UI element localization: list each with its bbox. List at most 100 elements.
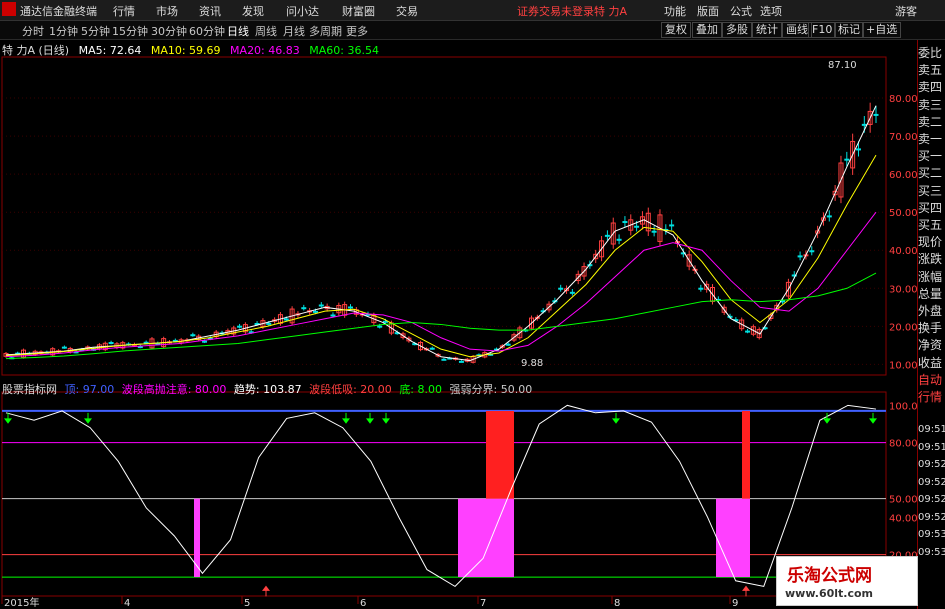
legend-divide: 强弱分界: 50.00 [449,383,533,396]
candle-body [616,238,622,241]
date-tick-label: 6 [360,598,366,609]
tick-time: 09:52 [918,494,945,505]
order-book-label: 买五 [918,218,943,232]
date-tick-label: 7 [480,598,486,609]
price-tick-label: 20.00 [889,322,918,333]
ma-lines [5,105,877,362]
price-tick-label: 80.00 [889,94,918,105]
down-arrow-icon [612,412,620,424]
candle-body [377,325,383,328]
down-arrow-icon [366,412,374,424]
legend-trend: 趋势: 103.87 [233,383,302,396]
order-book-label: 卖三 [918,97,943,112]
candle-body [108,342,114,345]
indicator-axis: 100.080.0050.0040.0020.00 [889,401,918,561]
indicator-tick-label: 100.0 [889,401,918,412]
order-book-label: 行情 [918,390,943,404]
indicator-pane-border [1,391,887,597]
candle-body [604,234,610,237]
candle-body [458,360,464,363]
candle-body [855,148,861,151]
order-book-label: 买四 [918,200,943,215]
tick-time: 09:52 [918,476,945,488]
order-book-label: 现价 [918,235,943,250]
watermark-url: www.60lt.com [785,587,874,600]
candle-body [505,343,511,346]
up-arrow-icon [262,585,270,597]
date-tick-label: 4 [124,598,130,609]
tick-time: 09:51 [918,441,945,453]
candle-body [312,310,318,313]
order-book-label: 卖一 [918,132,943,146]
order-book-label: 收益 [918,355,943,370]
order-book-label: 委比 [918,46,943,60]
low-annotation: 9.88 [521,358,543,369]
order-book-label: 总量 [918,286,943,301]
candle-body [137,346,143,349]
candle-body [651,230,657,233]
indicator-legend: 股票指标网 顶: 97.00 波段高抛注意: 80.00 趋势: 103.87 … [2,381,536,397]
candle-body [283,318,289,321]
indicator-bars [194,410,750,578]
down-arrow-icon [869,412,877,424]
price-tick-label: 40.00 [889,246,918,257]
price-axis: 80.00 70.00 60.00 50.00 40.00 30.00 20.00 10.00 [889,94,918,371]
price-tick-label: 50.00 [889,208,918,219]
candle-body [569,291,575,294]
watermark-logo: 乐淘公式网 www.60lt.com [776,556,918,606]
candle-body [441,358,447,361]
price-tick-label: 60.00 [889,170,918,181]
order-book-label: 买三 [918,183,943,198]
legend-buy: 波段低吸: 20.00 [309,383,392,396]
date-tick-label: 9 [732,598,738,609]
order-book-label: 卖四 [918,80,943,95]
candle-body [318,304,324,307]
date-tick-label: 5 [244,598,250,609]
high-annotation: 87.10 [828,60,857,71]
chart-canvas: 80.00 70.00 60.00 50.00 40.00 30.00 20.00 10.00… [1,56,918,609]
order-book-label: 外盘 [918,304,943,318]
candle-body [301,307,307,310]
indicator-tick-label: 80.00 [889,439,918,450]
date-tick-label: 8 [614,598,620,609]
candle-body [143,341,149,344]
order-book-label: 卖五 [918,63,943,78]
candle-body [745,330,751,333]
legend-sell-warn: 波段高抛注意: 80.00 [121,383,227,396]
candle-body [383,320,389,323]
price-tick-label: 10.00 [889,360,918,371]
tick-time: 09:52 [918,511,945,523]
indicator-name[interactable]: 股票指标网 [2,383,57,396]
order-book-label: 换手 [918,321,943,336]
candle-body [634,225,640,228]
candle-body [622,221,628,224]
down-arrow-icon [342,412,350,424]
candle-body [237,325,243,328]
legend-top: 顶: 97.00 [64,383,115,396]
candle-body [330,314,336,317]
down-arrow-icon [4,412,12,424]
candle-body [429,347,435,350]
legend-bottom: 底: 8.00 [399,383,443,396]
signal-bar [458,498,514,578]
candle-body [347,306,353,309]
signal-bar [486,410,514,499]
signal-bar [716,498,750,578]
candle-body [190,334,196,337]
candle-body [61,346,67,349]
ma5-line [5,105,877,362]
down-arrow-icon [382,412,390,424]
candle-body [826,215,832,218]
order-book-label: 涨幅 [918,269,943,284]
candle-body [669,224,675,227]
order-book-label: 自动 [918,372,943,387]
order-book-label: 净资 [918,338,943,353]
order-book-label: 买二 [918,166,943,181]
tick-time: 09:53 [918,529,945,540]
candle-body [844,158,850,161]
tick-time: 09:53 [918,546,945,558]
tick-time: 09:51 [918,424,945,435]
indicator-levels [2,409,886,578]
candle-body [698,287,704,290]
price-tick-label: 70.00 [889,132,918,143]
